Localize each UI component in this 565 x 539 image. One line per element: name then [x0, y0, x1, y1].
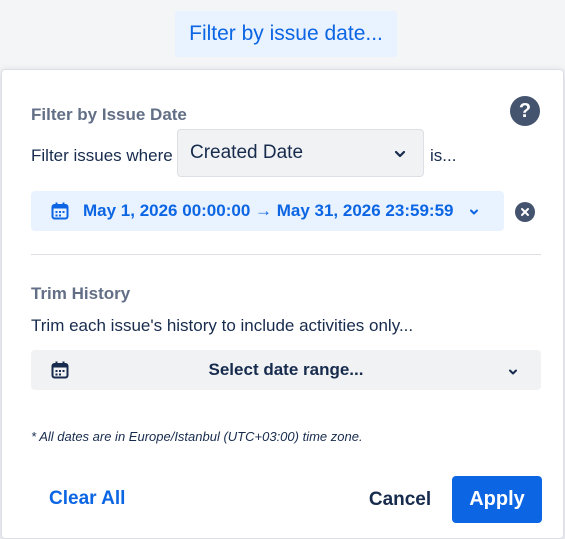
calendar-icon	[51, 202, 69, 220]
filter-suffix-label: is...	[430, 146, 457, 165]
chevron-down-icon	[468, 203, 480, 223]
issue-date-range-value: May 1, 2026 00:00:00 → May 31, 2026 23:5…	[83, 201, 454, 220]
chevron-down-icon	[507, 363, 519, 383]
cancel-button[interactable]: Cancel	[361, 477, 439, 523]
help-icon[interactable]: ?	[510, 96, 540, 126]
top-bar: Filter by issue date...	[0, 0, 565, 70]
date-field-value: Created Date	[190, 142, 304, 163]
trim-history-section-title: Trim History	[31, 284, 131, 303]
apply-button[interactable]: Apply	[452, 476, 542, 523]
timezone-note: * All dates are in Europe/Istanbul (UTC+…	[31, 429, 363, 444]
section-divider	[31, 254, 541, 255]
trim-history-description: Trim each issue's history to include act…	[31, 316, 414, 335]
issue-date-range-picker[interactable]: May 1, 2026 00:00:00 → May 31, 2026 23:5…	[31, 191, 504, 231]
issue-date-filter-popover: Filter by Issue Date ? Filter issues whe…	[1, 69, 564, 539]
clear-all-button[interactable]: Clear All	[49, 488, 125, 510]
filter-prefix-label: Filter issues where	[31, 146, 173, 165]
date-field-select[interactable]: Created Date	[177, 129, 424, 177]
clear-range-icon[interactable]	[515, 202, 535, 222]
filter-by-issue-date-button[interactable]: Filter by issue date...	[175, 11, 397, 57]
trim-date-range-picker[interactable]: Select date range...	[31, 350, 541, 390]
chevron-down-icon	[393, 145, 407, 167]
issue-date-section-title: Filter by Issue Date	[31, 105, 187, 124]
calendar-icon	[51, 361, 69, 384]
trim-date-range-placeholder: Select date range...	[208, 360, 364, 379]
